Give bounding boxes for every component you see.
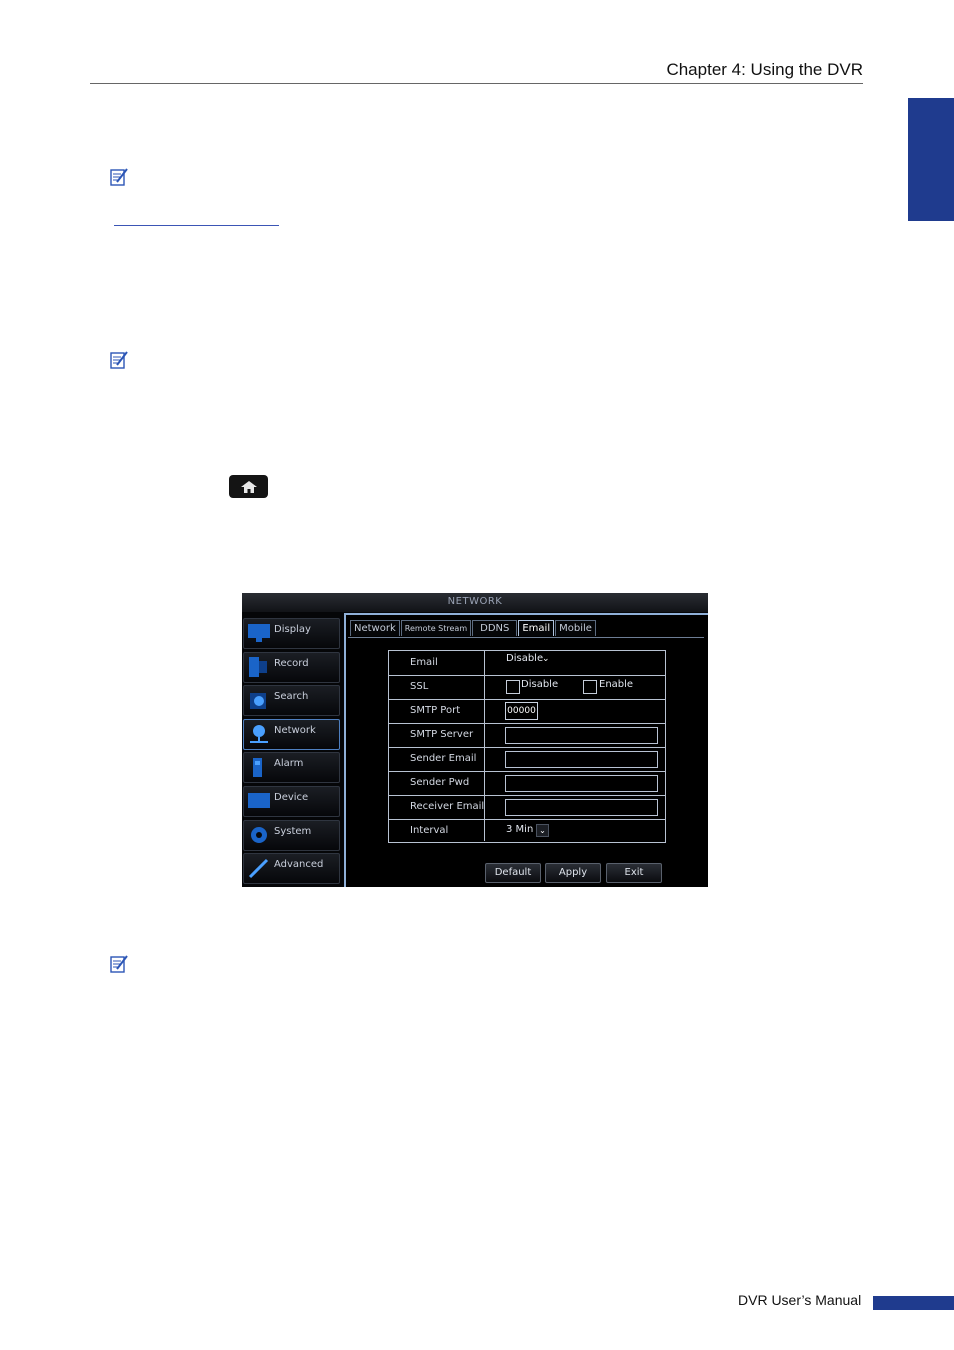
hyperlink-underline[interactable]: [114, 225, 279, 226]
default-button[interactable]: Default: [485, 863, 541, 883]
menu-item-alarm[interactable]: Alarm: [243, 752, 340, 783]
footer-manual-title: DVR User’s Manual: [738, 1292, 862, 1308]
menu-label: Record: [274, 658, 309, 669]
note-icon: [110, 168, 128, 186]
row-smtp-port: SMTP Port 00000: [389, 699, 665, 724]
email-select[interactable]: Disable: [506, 653, 543, 664]
column-divider: [484, 651, 485, 675]
tab-remote-stream[interactable]: Remote Stream: [400, 620, 472, 636]
note-icon: [110, 955, 128, 973]
sender-pwd-input[interactable]: [505, 775, 658, 792]
dvr-sidebar: Display Record Search Network Alarm Devi…: [242, 615, 343, 887]
tab-underline: [348, 637, 704, 638]
column-divider: [484, 723, 485, 747]
smtp-port-label: SMTP Port: [410, 705, 461, 716]
chapter-title: Chapter 4: Using the DVR: [666, 60, 863, 79]
ssl-enable-checkbox[interactable]: [583, 680, 597, 694]
home-icon: [240, 480, 257, 493]
row-sender-pwd: Sender Pwd: [389, 771, 665, 796]
column-divider: [484, 819, 485, 841]
column-divider: [484, 699, 485, 723]
exit-button[interactable]: Exit: [606, 863, 662, 883]
dvr-tab-strip: Network Remote Stream DDNS Email Mobile: [350, 620, 597, 637]
dvr-settings-panel: Network Remote Stream DDNS Email Mobile …: [344, 613, 708, 887]
menu-label: Advanced: [274, 859, 324, 870]
dvr-window-title: NETWORK: [242, 593, 708, 612]
sender-email-label: Sender Email: [410, 753, 477, 764]
wrench-icon: [248, 858, 269, 879]
email-settings-table: Email Disable ⌄ SSL Disable Enable SMTP …: [388, 650, 666, 843]
ssl-disable-checkbox[interactable]: [506, 680, 520, 694]
home-button-image: [229, 475, 268, 498]
menu-label: Device: [274, 792, 309, 803]
row-smtp-server: SMTP Server: [389, 723, 665, 748]
footer-page-bar: [873, 1296, 954, 1310]
receiver-email-label: Receiver Email: [410, 801, 485, 812]
monitor-icon: [248, 624, 270, 642]
search-icon: [250, 693, 266, 709]
menu-label: Search: [274, 691, 309, 702]
column-divider: [484, 675, 485, 699]
gear-icon: [251, 827, 267, 843]
record-icon: [249, 657, 267, 677]
row-receiver-email: Receiver Email: [389, 795, 665, 820]
row-ssl: SSL Disable Enable: [389, 675, 665, 700]
chapter-side-tab: [908, 98, 954, 221]
email-label: Email: [410, 657, 438, 668]
note-icon: [110, 351, 128, 369]
row-interval: Interval 3 Min ⌄: [389, 819, 665, 841]
menu-item-advanced[interactable]: Advanced: [243, 853, 340, 884]
sender-email-input[interactable]: [505, 751, 658, 768]
sender-pwd-label: Sender Pwd: [410, 777, 470, 788]
smtp-server-input[interactable]: [505, 727, 658, 744]
menu-label: Network: [274, 725, 316, 736]
row-sender-email: Sender Email: [389, 747, 665, 772]
apply-button[interactable]: Apply: [545, 863, 601, 883]
row-email: Email Disable ⌄: [389, 651, 665, 676]
menu-label: Display: [274, 624, 311, 635]
smtp-server-label: SMTP Server: [410, 729, 474, 740]
menu-item-network[interactable]: Network: [243, 719, 340, 750]
menu-item-display[interactable]: Display: [243, 618, 340, 649]
menu-item-search[interactable]: Search: [243, 685, 340, 716]
menu-item-device[interactable]: Device: [243, 786, 340, 817]
tab-network[interactable]: Network: [350, 620, 400, 636]
tab-email[interactable]: Email: [518, 620, 555, 636]
interval-label: Interval: [410, 825, 449, 836]
chevron-down-icon: ⌄: [542, 654, 550, 664]
alarm-icon: [253, 758, 262, 777]
ssl-disable-label: Disable: [521, 679, 559, 690]
column-divider: [484, 747, 485, 771]
dvr-network-email-screenshot: NETWORK Display Record Search Network Al…: [242, 593, 708, 887]
ssl-enable-label: Enable: [599, 679, 634, 690]
header-divider: [90, 83, 863, 84]
menu-label: System: [274, 826, 312, 837]
menu-item-record[interactable]: Record: [243, 652, 340, 683]
smtp-port-input[interactable]: 00000: [505, 702, 538, 720]
device-icon: [248, 793, 270, 808]
chevron-down-icon[interactable]: ⌄: [536, 824, 549, 837]
receiver-email-input[interactable]: [505, 799, 658, 816]
network-icon: [250, 725, 268, 743]
tab-ddns[interactable]: DDNS: [472, 620, 518, 636]
menu-item-system[interactable]: System: [243, 820, 340, 851]
tab-mobile[interactable]: Mobile: [555, 620, 596, 636]
interval-select[interactable]: 3 Min: [506, 824, 533, 835]
ssl-label: SSL: [410, 681, 429, 692]
column-divider: [484, 771, 485, 795]
menu-label: Alarm: [274, 758, 304, 769]
